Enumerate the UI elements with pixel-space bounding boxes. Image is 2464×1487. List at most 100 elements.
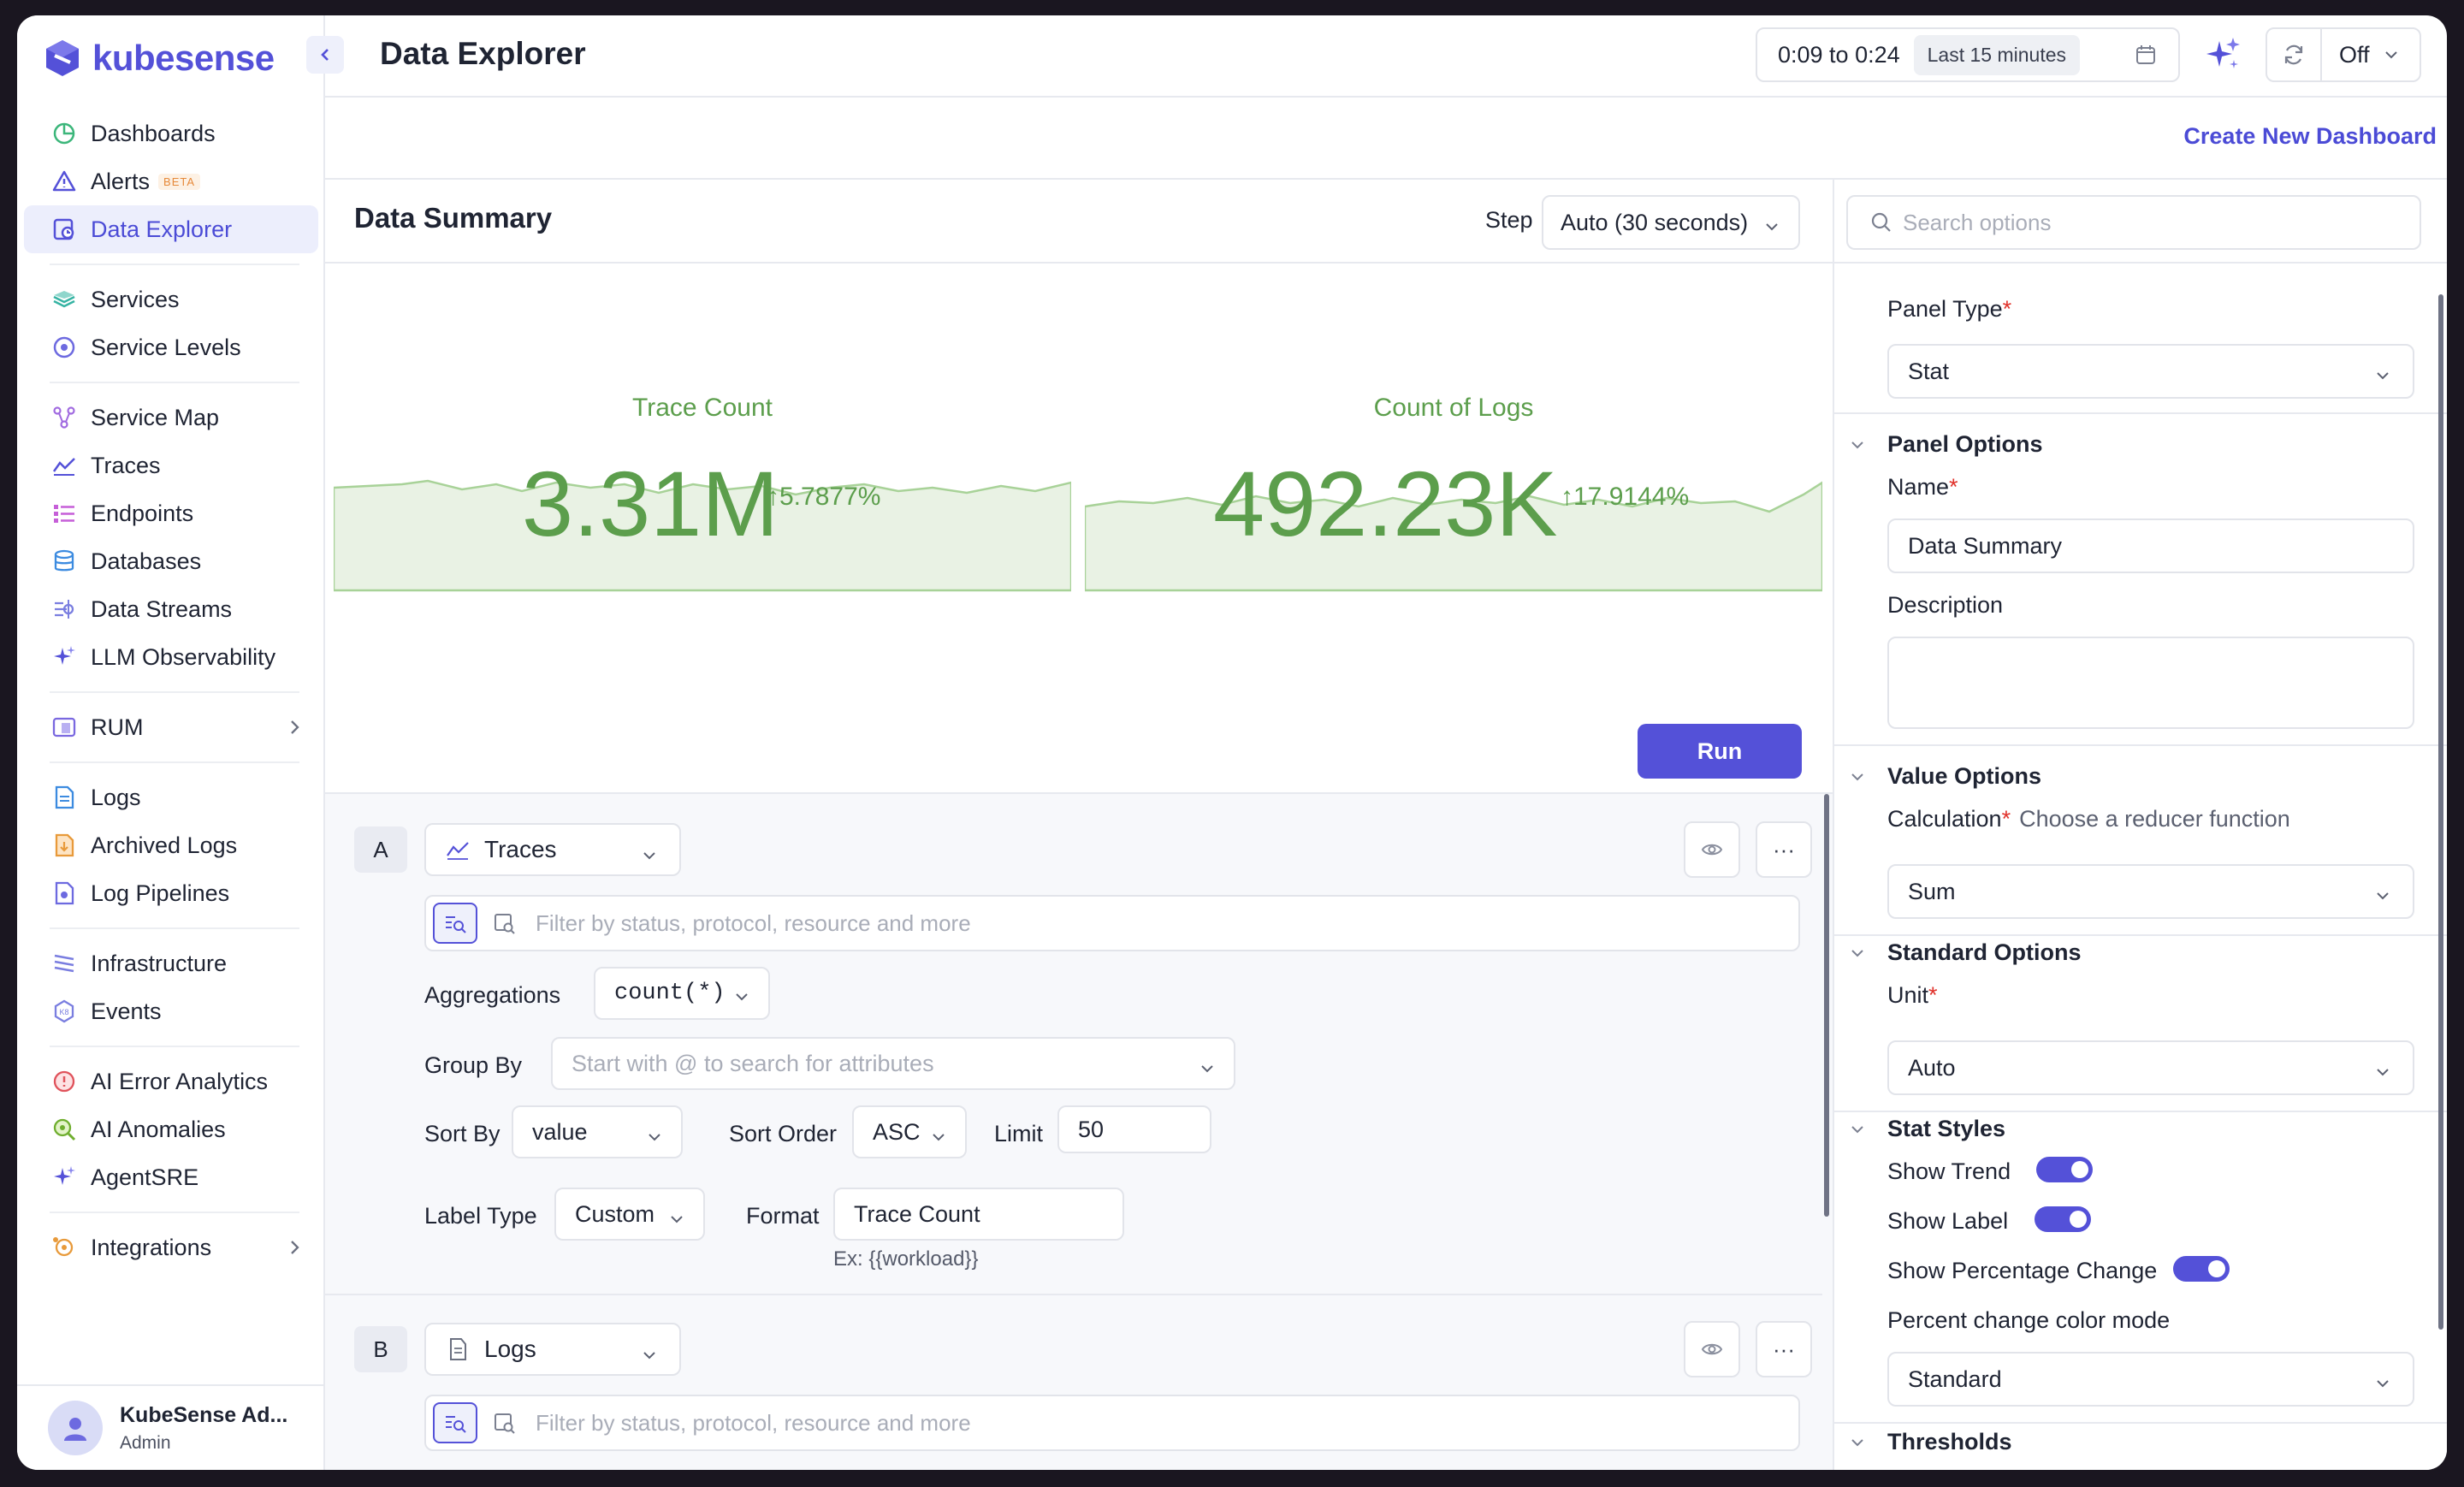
infrastructure-icon: [50, 949, 79, 978]
sidebar-item-traces[interactable]: Traces: [24, 441, 318, 489]
chevron-right-icon[interactable]: [286, 1237, 303, 1262]
divider: [1834, 1111, 2447, 1112]
sort-by-select[interactable]: value: [512, 1105, 683, 1158]
divider: [1834, 262, 2447, 264]
step-select[interactable]: Auto (30 seconds): [1542, 195, 1800, 250]
sidebar-item-archived-logs[interactable]: Archived Logs: [24, 821, 318, 869]
aggregation-select[interactable]: count(*): [594, 967, 770, 1020]
format-input[interactable]: Trace Count: [833, 1188, 1124, 1241]
image-search-icon[interactable]: [483, 1402, 527, 1443]
chevron-down-icon: [645, 1126, 664, 1152]
chevron-left-icon: [321, 49, 329, 61]
user-profile[interactable]: KubeSense Ad... Admin: [17, 1384, 325, 1470]
chevron-down-icon: [1848, 1433, 1874, 1452]
auto-refresh-control[interactable]: Off: [2266, 27, 2421, 82]
panel-name-input[interactable]: Data Summary: [1887, 518, 2414, 573]
sidebar-item-alerts[interactable]: Alerts BETA: [24, 157, 318, 205]
sidebar-item-rum[interactable]: RUM: [24, 703, 318, 751]
file-text-icon: [50, 783, 79, 812]
step-label: Step: [1485, 207, 1533, 233]
sparkle-icon: [50, 643, 79, 672]
chevron-down-icon: [732, 987, 751, 1014]
ai-assistant-button[interactable]: [2199, 31, 2247, 79]
sidebar-item-services[interactable]: Services: [24, 275, 318, 323]
sidebar-item-data-explorer[interactable]: Data Explorer: [24, 205, 318, 253]
limit-input[interactable]: 50: [1057, 1105, 1211, 1153]
sidebar-item-dashboards[interactable]: Dashboards: [24, 110, 318, 157]
query-source-select[interactable]: Logs: [424, 1323, 681, 1376]
rum-icon: [50, 713, 79, 742]
sidebar-item-ai-anomalies[interactable]: AI Anomalies: [24, 1105, 318, 1153]
show-label-toggle[interactable]: [2035, 1206, 2091, 1232]
group-by-input[interactable]: Start with @ to search for attributes: [551, 1037, 1235, 1090]
sidebar-item-integrations[interactable]: Integrations: [24, 1223, 318, 1271]
time-range-picker[interactable]: 0:09 to 0:24 Last 15 minutes: [1756, 27, 2180, 82]
archive-icon: [50, 831, 79, 860]
name-label: Name*: [1887, 474, 1958, 500]
query-search-icon[interactable]: [433, 1402, 477, 1443]
panel-type-select[interactable]: Stat: [1887, 344, 2414, 399]
panel-options-section[interactable]: Panel Options: [1848, 431, 2043, 458]
description-label: Description: [1887, 592, 2004, 618]
sidebar-item-service-levels[interactable]: Service Levels: [24, 323, 318, 371]
query-source-select[interactable]: Traces: [424, 823, 681, 876]
standard-options-section[interactable]: Standard Options: [1848, 939, 2082, 966]
query-source-value: Traces: [484, 836, 557, 862]
sidebar-item-data-streams[interactable]: Data Streams: [24, 585, 318, 633]
chevron-down-icon: [640, 1343, 659, 1371]
sidebar-item-databases[interactable]: Databases: [24, 537, 318, 585]
main-content: Data Summary Step Auto (30 seconds) Trac…: [325, 180, 1833, 1470]
time-preset-badge[interactable]: Last 15 minutes: [1913, 34, 2080, 75]
search-options-input[interactable]: Search options: [1846, 195, 2421, 250]
filter-input[interactable]: Filter by status, protocol, resource and…: [424, 895, 1800, 951]
more-options-button[interactable]: ···: [1756, 1321, 1812, 1377]
query-builder: A Traces ··· Filter by status, protocol,…: [325, 792, 1833, 1470]
chevron-down-icon: [1762, 216, 1781, 242]
percent-change-color-mode-select[interactable]: Standard: [1887, 1352, 2414, 1407]
toggle-visibility-button[interactable]: [1684, 1321, 1740, 1377]
sidebar-item-infrastructure[interactable]: Infrastructure: [24, 939, 318, 987]
sidebar-item-agentsre[interactable]: AgentSRE: [24, 1153, 318, 1201]
sort-order-select[interactable]: ASC: [852, 1105, 967, 1158]
more-options-button[interactable]: ···: [1756, 821, 1812, 878]
sidebar-item-endpoints[interactable]: Endpoints: [24, 489, 318, 537]
stat-styles-section[interactable]: Stat Styles: [1848, 1116, 2005, 1142]
stat-panels: Trace Count 3.31M ↑5.7877% Count of Logs…: [325, 264, 1833, 592]
chevron-down-icon: [1848, 767, 1874, 786]
sidebar-item-ai-error-analytics[interactable]: AI Error Analytics: [24, 1057, 318, 1105]
sidebar-divider: [50, 691, 299, 693]
sidebar-item-logs[interactable]: Logs: [24, 773, 318, 821]
scrollbar-thumb[interactable]: [1824, 794, 1829, 1217]
sidebar-item-log-pipelines[interactable]: Log Pipelines: [24, 869, 318, 917]
query-search-icon[interactable]: [433, 903, 477, 944]
trend-line-icon: [445, 837, 471, 862]
chevron-down-icon: [667, 1208, 686, 1235]
sidebar-item-events[interactable]: K8 Events: [24, 987, 318, 1035]
filter-input[interactable]: Filter by status, protocol, resource and…: [424, 1395, 1800, 1451]
calendar-icon[interactable]: [2134, 43, 2158, 71]
show-trend-toggle[interactable]: [2036, 1157, 2093, 1182]
brand-logo[interactable]: kubesense: [44, 38, 275, 79]
image-search-icon[interactable]: [483, 903, 527, 944]
collapse-sidebar-button[interactable]: [306, 36, 344, 74]
chevron-down-icon: [1198, 1057, 1217, 1084]
unit-select[interactable]: Auto: [1887, 1040, 2414, 1095]
thresholds-section[interactable]: Thresholds: [1848, 1429, 2012, 1455]
description-textarea[interactable]: [1887, 637, 2414, 729]
run-button[interactable]: Run: [1638, 724, 1802, 779]
chevron-right-icon[interactable]: [286, 717, 303, 742]
sidebar-item-service-map[interactable]: Service Map: [24, 394, 318, 441]
scrollbar-thumb[interactable]: [2438, 294, 2443, 1330]
aggregation-value: count(*): [614, 980, 726, 1006]
sidebar-item-llm-observability[interactable]: LLM Observability: [24, 633, 318, 681]
calculation-select[interactable]: Sum: [1887, 864, 2414, 919]
sort-by-value: value: [532, 1118, 588, 1145]
toggle-visibility-button[interactable]: [1684, 821, 1740, 878]
value-options-section[interactable]: Value Options: [1848, 763, 2041, 790]
refresh-icon[interactable]: [2267, 29, 2322, 80]
create-new-dashboard-link[interactable]: Create New Dashboard: [2183, 123, 2437, 150]
label-type-select[interactable]: Custom: [554, 1188, 705, 1241]
chevron-down-icon: [2373, 885, 2392, 911]
show-percentage-change-toggle[interactable]: [2173, 1256, 2230, 1282]
sort-order-value: ASC: [873, 1118, 921, 1145]
